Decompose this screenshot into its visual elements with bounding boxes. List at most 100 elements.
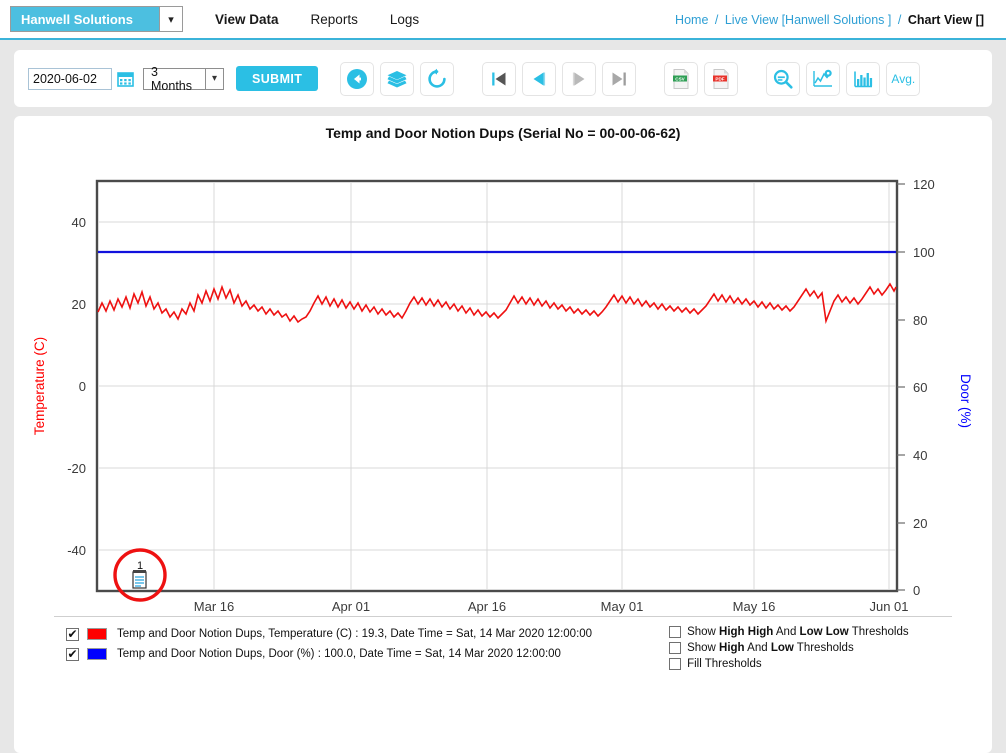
x-tick-label: May 16	[733, 599, 776, 614]
legend-color-swatch-temperature	[87, 628, 107, 640]
legend-item-door[interactable]: ✔ Temp and Door Notion Dups, Door (%) : …	[66, 644, 592, 664]
right-tick-label: 60	[913, 380, 927, 395]
chart-title: Temp and Door Notion Dups (Serial No = 0…	[14, 116, 992, 141]
left-tick-label: 0	[79, 379, 86, 394]
threshold-text-mid: And	[745, 642, 771, 654]
x-tick-label: May 01	[601, 599, 644, 614]
nav-item-view-data[interactable]: View Data	[199, 12, 295, 27]
threshold-text-post: Thresholds	[849, 626, 909, 638]
chart-toolbar: 3 Months ▾ SUBMIT	[14, 50, 992, 107]
right-tick-label: 20	[913, 516, 927, 531]
time-range-value: 3 Months	[144, 69, 205, 89]
step-forward-icon[interactable]	[562, 62, 596, 96]
breadcrumb-home[interactable]: Home	[675, 13, 708, 27]
threshold-text-pre: Show	[687, 626, 719, 638]
threshold-text-bold-2: Low Low	[800, 626, 849, 638]
app-header: Hanwell Solutions ▾ View Data Reports Lo…	[0, 0, 1006, 40]
main-nav: View Data Reports Logs	[199, 12, 435, 27]
chevron-down-icon: ▾	[205, 69, 223, 89]
chart-panel: Temp and Door Notion Dups (Serial No = 0…	[14, 116, 992, 753]
calendar-icon[interactable]	[115, 69, 135, 89]
organisation-select[interactable]: Hanwell Solutions ▾	[10, 6, 183, 32]
threshold-label-high-high-low-low: Show High High And Low Low Thresholds	[687, 626, 909, 638]
back-arrow-icon[interactable]	[340, 62, 374, 96]
x-tick-label: Mar 16	[194, 599, 234, 614]
threshold-options: Show High High And Low Low Thresholds Sh…	[669, 624, 909, 672]
skip-first-icon[interactable]	[482, 62, 516, 96]
legend-checkbox-temperature[interactable]: ✔	[66, 628, 79, 641]
legend-item-temperature[interactable]: ✔ Temp and Door Notion Dups, Temperature…	[66, 624, 592, 644]
threshold-text-bold-2: Low	[771, 642, 794, 654]
threshold-checkbox-high-low[interactable]	[669, 642, 681, 654]
left-tick-label: 20	[72, 297, 86, 312]
x-axis-tick-labels: Mar 16 Apr 01 Apr 16 May 01 May 16 Jun 0…	[194, 599, 909, 614]
right-tick-label: 80	[913, 313, 927, 328]
series-legend: ✔ Temp and Door Notion Dups, Temperature…	[66, 624, 592, 672]
submit-button[interactable]: SUBMIT	[236, 66, 318, 91]
threshold-text-mid: And	[773, 626, 799, 638]
legend-separator	[54, 616, 952, 617]
right-tick-label: 40	[913, 448, 927, 463]
legend-checkbox-door[interactable]: ✔	[66, 648, 79, 661]
legend-area: ✔ Temp and Door Notion Dups, Temperature…	[14, 624, 992, 672]
threshold-text-bold-1: High	[719, 642, 745, 654]
export-csv-icon[interactable]: CSV	[664, 62, 698, 96]
right-axis-tick-labels: 120 100 80 60 40 20 0	[913, 177, 935, 598]
legend-label-temperature: Temp and Door Notion Dups, Temperature (…	[117, 628, 592, 640]
right-axis-title: Door (%)	[958, 374, 973, 428]
average-button[interactable]: Avg.	[886, 62, 920, 96]
nav-item-logs[interactable]: Logs	[374, 12, 435, 27]
legend-label-door: Temp and Door Notion Dups, Door (%) : 10…	[117, 648, 561, 660]
x-tick-label: Apr 01	[332, 599, 370, 614]
bar-chart-icon[interactable]	[846, 62, 880, 96]
toolbar-group-playback	[482, 62, 642, 96]
legend-color-swatch-door	[87, 648, 107, 660]
threshold-text-pre: Show	[687, 642, 719, 654]
x-tick-label: Jun 01	[869, 599, 908, 614]
left-tick-label: -20	[67, 461, 86, 476]
threshold-checkbox-high-high-low-low[interactable]	[669, 626, 681, 638]
notepad-icon	[133, 570, 146, 588]
zoom-search-icon[interactable]	[766, 62, 800, 96]
right-tick-label: 120	[913, 177, 935, 192]
threshold-option-high-high-low-low[interactable]: Show High High And Low Low Thresholds	[669, 624, 909, 640]
left-axis-title: Temperature (C)	[32, 337, 47, 435]
threshold-option-high-low[interactable]: Show High And Low Thresholds	[669, 640, 909, 656]
check-icon: ✔	[67, 629, 77, 640]
time-range-select[interactable]: 3 Months ▾	[143, 68, 224, 90]
export-csv-label: CSV	[676, 76, 686, 81]
export-pdf-label: PDF	[716, 76, 725, 81]
right-tick-label: 100	[913, 245, 935, 260]
step-back-icon[interactable]	[522, 62, 556, 96]
chart-settings-icon[interactable]	[806, 62, 840, 96]
x-tick-label: Apr 16	[468, 599, 506, 614]
breadcrumb-separator: /	[898, 13, 901, 27]
threshold-checkbox-fill[interactable]	[669, 658, 681, 670]
threshold-label-high-low: Show High And Low Thresholds	[687, 642, 854, 654]
threshold-label-fill: Fill Thresholds	[687, 658, 762, 670]
left-tick-label: -40	[67, 543, 86, 558]
export-pdf-icon[interactable]: PDF	[704, 62, 738, 96]
left-axis-ticks: 40 20 0 -20 -40	[67, 215, 86, 558]
skip-last-icon[interactable]	[602, 62, 636, 96]
threshold-option-fill[interactable]: Fill Thresholds	[669, 656, 909, 672]
date-input[interactable]	[28, 68, 112, 90]
toolbar-group-export: CSV PDF	[664, 62, 744, 96]
breadcrumb-current: Chart View []	[908, 13, 984, 27]
toolbar-group-analysis: Avg.	[766, 62, 926, 96]
threshold-text-post: Thresholds	[794, 642, 854, 654]
chart-plot-area[interactable]: 40 20 0 -20 -40 Temperature (C) 120 100	[14, 151, 992, 591]
chart-svg: 40 20 0 -20 -40 Temperature (C) 120 100	[14, 151, 992, 621]
layers-icon[interactable]	[380, 62, 414, 96]
chevron-down-icon: ▾	[159, 7, 182, 31]
organisation-select-value: Hanwell Solutions	[11, 7, 159, 31]
left-tick-label: 40	[72, 215, 86, 230]
nav-item-reports[interactable]: Reports	[295, 12, 374, 27]
threshold-text-bold-1: High High	[719, 626, 773, 638]
breadcrumb-separator: /	[715, 13, 718, 27]
breadcrumb-live-view[interactable]: Live View [Hanwell Solutions ]	[725, 13, 892, 27]
breadcrumb: Home / Live View [Hanwell Solutions ] / …	[675, 13, 984, 27]
check-icon: ✔	[67, 649, 77, 660]
toolbar-group-view	[340, 62, 460, 96]
refresh-icon[interactable]	[420, 62, 454, 96]
